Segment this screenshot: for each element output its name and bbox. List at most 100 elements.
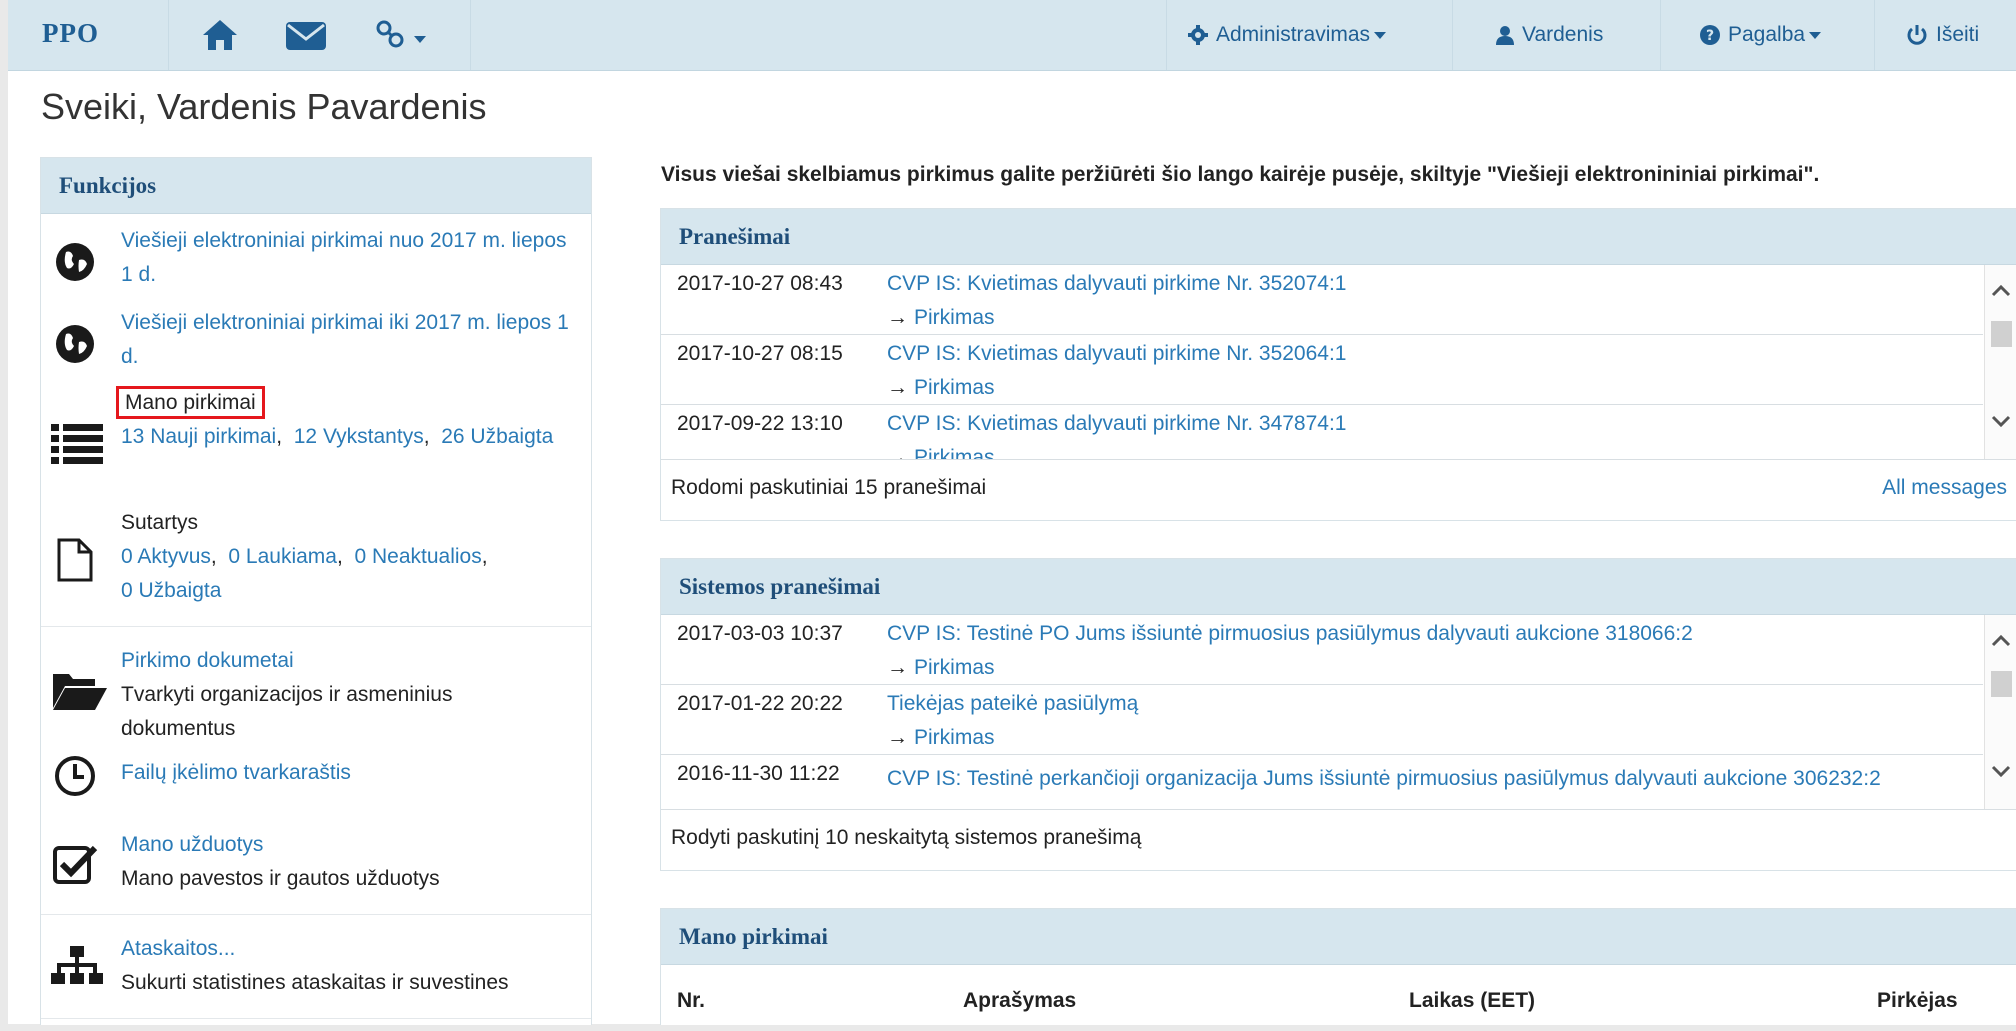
help-menu[interactable]: ? Pagalba (1700, 0, 1822, 70)
my-purchases-title: Mano pirkimai (661, 909, 2016, 965)
chevron-down-icon[interactable] (1991, 415, 2011, 435)
my-tasks-desc: Mano pavestos ir gautos užduotys (121, 867, 440, 890)
file-icon (55, 536, 103, 584)
ongoing-purchases-link[interactable]: 12 Vykstantys (294, 425, 424, 448)
active-contracts-link[interactable]: 0 Aktyvus (121, 545, 211, 568)
arrow-right-icon: → (887, 446, 908, 459)
notifications-list: 2017-10-27 08:43 CVP IS: Kvietimas dalyv… (661, 265, 2016, 459)
waiting-contracts-link[interactable]: 0 Laukiama (228, 545, 337, 568)
scroll-thumb[interactable] (1991, 671, 2012, 697)
contracts-label: Sutartys (121, 511, 199, 534)
column-header-time[interactable]: Laikas (EET) (1409, 989, 1535, 1013)
admin-menu-label: Administravimas (1216, 23, 1371, 46)
my-purchases-table-header: Nr. Aprašymas Laikas (EET) Pirkėjas (661, 965, 2016, 1031)
notification-date: 2017-10-27 08:43 (677, 272, 843, 295)
scroll-thumb[interactable] (1991, 321, 2012, 347)
notification-row: 2017-09-22 13:10 CVP IS: Kvietimas dalyv… (661, 405, 1983, 459)
divider (41, 1018, 591, 1019)
checkbox-checked-icon (51, 840, 99, 888)
notification-purchase-link[interactable]: Pirkimas (914, 376, 995, 399)
arrow-right-icon: → (887, 656, 908, 679)
system-notification-title-link[interactable]: Tiekėjas pateikė pasiūlymą (887, 692, 1138, 716)
column-header-buyer[interactable]: Pirkėjas (1877, 989, 1958, 1013)
column-header-description[interactable]: Aprašymas (963, 989, 1076, 1013)
notification-row: 2017-10-27 08:43 CVP IS: Kvietimas dalyv… (661, 265, 1983, 335)
system-notification-purchase-link[interactable]: Pirkimas (914, 726, 995, 749)
notifications-title: Pranešimai (661, 209, 2016, 265)
clock-icon (51, 752, 99, 800)
function-item-reports: Ataskaitos... Sukurti statistines ataska… (41, 932, 591, 1006)
completed-purchases-link[interactable]: 26 Užbaigta (441, 425, 553, 448)
column-header-nr[interactable]: Nr. (677, 989, 705, 1013)
divider (41, 914, 591, 915)
sitemap-dropdown-icon[interactable] (374, 16, 438, 54)
help-menu-label: Pagalba (1728, 23, 1806, 46)
arrow-right-icon: → (887, 376, 908, 399)
logout-label: Išeiti (1936, 23, 1980, 46)
notification-date: 2017-10-27 08:15 (677, 342, 843, 365)
notification-title-link[interactable]: CVP IS: Kvietimas dalyvauti pirkime Nr. … (887, 412, 1347, 436)
brand-logo[interactable]: PPO (42, 18, 99, 49)
purchase-documents-link[interactable]: Pirkimo dokumetai (121, 644, 571, 678)
chevron-down-icon (1374, 31, 1387, 39)
notifications-scrollbar[interactable] (1984, 265, 2016, 459)
notification-title-link[interactable]: CVP IS: Kvietimas dalyvauti pirkime Nr. … (887, 272, 1347, 296)
system-notifications-list: 2017-03-03 10:37 CVP IS: Testinė PO Jums… (661, 615, 2016, 809)
gear-icon (1188, 25, 1208, 45)
notification-title-link[interactable]: CVP IS: Kvietimas dalyvauti pirkime Nr. … (887, 342, 1347, 366)
notification-date: 2017-09-22 13:10 (677, 412, 843, 435)
notifications-count-text: Rodomi paskutiniai 15 pranešimai (671, 476, 987, 499)
public-purchases-before-2017-link[interactable]: Viešieji elektroniniai pirkimai iki 2017… (121, 306, 571, 374)
function-item-upload-schedule: Failų įkėlimo tvarkaraštis (41, 756, 591, 806)
notification-purchase-link[interactable]: Pirkimas (914, 306, 995, 329)
all-messages-link[interactable]: All messages (1882, 476, 2007, 500)
question-circle-icon: ? (1700, 25, 1720, 45)
arrow-right-icon: → (887, 726, 908, 749)
home-icon[interactable] (200, 16, 240, 54)
system-notifications-panel: Sistemos pranešimai 2017-03-03 10:37 CVP… (660, 558, 2016, 871)
system-notification-date: 2016-11-30 11:22 (677, 762, 840, 785)
logout-button[interactable]: Išeiti (1906, 0, 1979, 70)
function-item-public-before-2017: Viešieji elektroniniai pirkimai iki 2017… (41, 306, 591, 382)
page-title: Sveiki, Vardenis Pavardenis (41, 86, 487, 127)
list-icon (51, 420, 103, 468)
reports-desc: Sukurti statistines ataskaitas ir suvest… (121, 971, 509, 994)
arrow-right-icon: → (887, 306, 908, 329)
system-notification-date: 2017-01-22 20:22 (677, 692, 843, 715)
new-purchases-link[interactable]: 13 Nauji pirkimai (121, 425, 276, 448)
upload-schedule-link[interactable]: Failų įkėlimo tvarkaraštis (121, 756, 571, 790)
user-menu[interactable]: Vardenis (1496, 0, 1603, 70)
chevron-up-icon[interactable] (1991, 283, 2011, 303)
system-notification-purchase-link[interactable]: Pirkimas (914, 656, 995, 679)
system-notification-row: 2017-03-03 10:37 CVP IS: Testinė PO Jums… (661, 615, 1983, 685)
system-notification-title-link[interactable]: CVP IS: Testinė perkančioji organizacija… (887, 762, 1957, 796)
notification-purchase-link[interactable]: Pirkimas (914, 446, 995, 459)
page: PPO Administravimas Vardenis ? Pagalba I… (8, 0, 2016, 1025)
my-tasks-link[interactable]: Mano užduotys (121, 828, 571, 862)
mail-icon[interactable] (284, 16, 326, 54)
admin-menu[interactable]: Administravimas (1188, 0, 1387, 70)
divider (41, 626, 591, 627)
completed-contracts-link[interactable]: 0 Užbaigta (121, 579, 221, 602)
notification-row: 2017-10-27 08:15 CVP IS: Kvietimas dalyv… (661, 335, 1983, 405)
system-notifications-footer: Rodyti paskutinį 10 neskaitytą sistemos … (661, 809, 2016, 870)
functions-panel: Funkcijos Viešieji elektroniniai pirkima… (40, 157, 592, 1025)
function-item-contracts: Sutartys 0 Aktyvus, 0 Laukiama, 0 Neaktu… (41, 506, 591, 618)
chevron-down-icon[interactable] (1991, 765, 2011, 785)
system-notifications-title: Sistemos pranešimai (661, 559, 2016, 615)
top-navbar: PPO Administravimas Vardenis ? Pagalba I… (8, 0, 2016, 71)
chevron-down-icon (1809, 31, 1822, 39)
reports-link[interactable]: Ataskaitos... (121, 932, 571, 966)
public-purchases-after-2017-link[interactable]: Viešieji elektroniniai pirkimai nuo 2017… (121, 224, 571, 292)
system-notification-title-link[interactable]: CVP IS: Testinė PO Jums išsiuntė pirmuos… (887, 622, 1693, 646)
folder-open-icon (51, 666, 107, 714)
user-icon (1496, 26, 1514, 45)
globe-icon (51, 320, 99, 368)
system-notifications-scrollbar[interactable] (1984, 615, 2016, 809)
my-purchases-label[interactable]: Mano pirkimai (116, 386, 265, 419)
user-menu-label: Vardenis (1522, 23, 1604, 46)
chevron-up-icon[interactable] (1991, 633, 2011, 653)
inactive-contracts-link[interactable]: 0 Neaktualios (355, 545, 482, 568)
power-icon (1907, 25, 1927, 45)
system-notification-date: 2017-03-03 10:37 (677, 622, 843, 645)
